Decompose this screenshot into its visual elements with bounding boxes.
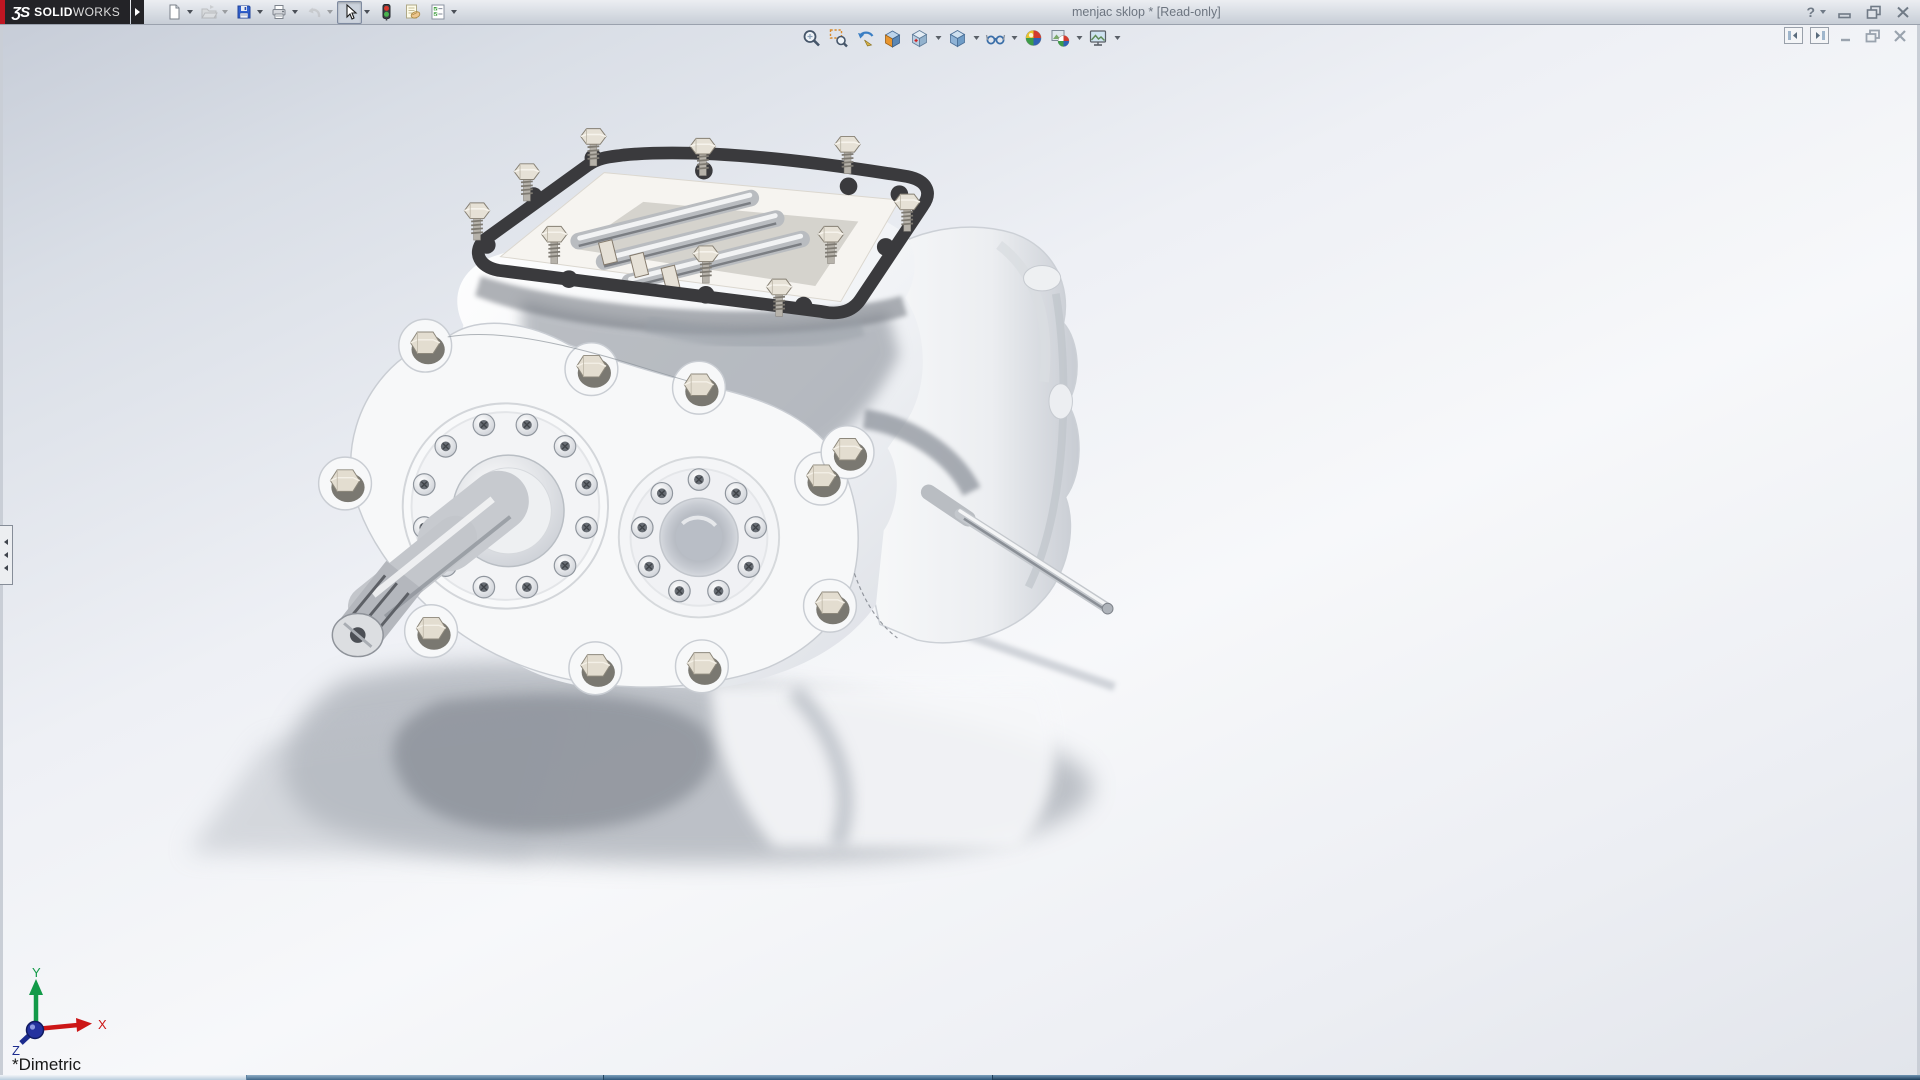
doc-minimize-button[interactable] (1836, 28, 1856, 44)
status-bar-segment (0, 1075, 247, 1080)
graphics-area[interactable]: Y X Z *Dimetric (0, 24, 1920, 1075)
new-document-dropdown[interactable] (185, 10, 194, 14)
help-button[interactable]: ? (1806, 4, 1827, 20)
y-axis-arrow (29, 979, 43, 995)
x-axis-arrow (76, 1018, 92, 1032)
close-button[interactable] (1892, 3, 1914, 21)
select-cursor-icon (341, 3, 359, 21)
select-button[interactable] (337, 1, 362, 24)
help-label: ? (1806, 4, 1815, 20)
print-dropdown[interactable] (290, 10, 299, 14)
zoom-to-area-button[interactable] (826, 26, 851, 49)
titlebar: ƷS SOLIDWORKS (0, 0, 1920, 25)
left-arrow-icon (4, 565, 8, 571)
select-dropdown[interactable] (362, 10, 371, 14)
status-bar-segment (247, 1075, 604, 1080)
open-dropdown[interactable] (220, 10, 229, 14)
save-floppy-icon (235, 3, 253, 21)
zoom-to-area-icon (828, 28, 848, 48)
hide-show-items-dropdown[interactable] (1010, 36, 1019, 40)
previous-view-button[interactable] (853, 26, 878, 49)
options-dropdown[interactable] (449, 10, 458, 14)
view-settings-button[interactable] (1086, 26, 1111, 49)
collapse-pane-left-button[interactable] (1784, 27, 1803, 44)
secondary-bearing-flange (619, 457, 779, 617)
view-orientation-button[interactable] (907, 26, 932, 49)
solidworks-logo-text-bold: SOLID (34, 5, 73, 19)
file-properties-icon (403, 3, 421, 21)
solidworks-logo-text-light: WORKS (73, 5, 120, 19)
left-arrow-icon (4, 552, 8, 558)
document-window-controls (1784, 27, 1910, 44)
document-title: menjac sklop * [Read-only] (1072, 5, 1221, 19)
status-bar-segment (604, 1075, 993, 1080)
window-controls: ? (1806, 0, 1914, 24)
status-bar (0, 1075, 1920, 1080)
apply-scene-button[interactable] (1048, 26, 1073, 49)
restore-button[interactable] (1863, 3, 1885, 21)
open-button[interactable] (197, 2, 220, 23)
undo-button[interactable] (302, 2, 325, 23)
appearance-ball-icon (1023, 28, 1043, 48)
undo-arrow-icon (305, 3, 323, 21)
pane-left-arrow-icon (1787, 30, 1800, 41)
left-arrow-icon (4, 539, 8, 545)
open-folder-icon (200, 3, 218, 21)
printer-icon (270, 3, 288, 21)
display-style-dropdown[interactable] (972, 36, 981, 40)
undo-dropdown[interactable] (325, 10, 334, 14)
collapse-pane-right-button[interactable] (1810, 27, 1829, 44)
section-view-icon (882, 28, 902, 48)
featuremanager-collapsed-tab[interactable] (0, 525, 13, 585)
help-dropdown[interactable] (1818, 10, 1827, 14)
doc-restore-button[interactable] (1863, 28, 1883, 44)
status-bar-segment (993, 1075, 1920, 1080)
display-style-icon (947, 28, 967, 48)
view-settings-icon (1088, 28, 1108, 48)
edit-appearance-button[interactable] (1021, 26, 1046, 49)
options-checklist-icon (429, 3, 447, 21)
y-axis-label: Y (32, 967, 41, 980)
file-properties-button[interactable] (400, 2, 423, 23)
x-axis-label: X (98, 1017, 107, 1032)
apply-scene-icon (1050, 28, 1070, 48)
save-dropdown[interactable] (255, 10, 264, 14)
hide-show-items-button[interactable] (983, 26, 1008, 49)
zoom-to-fit-button[interactable] (799, 26, 824, 49)
apply-scene-dropdown[interactable] (1075, 36, 1084, 40)
z-axis-ball (27, 1022, 44, 1039)
reference-triad: Y X Z (6, 967, 126, 1059)
right-arrow-icon (135, 8, 140, 16)
view-orientation-icon (909, 28, 929, 48)
options-button[interactable] (426, 2, 449, 23)
eyeglasses-icon (985, 28, 1005, 48)
previous-view-icon (855, 28, 875, 48)
solidworks-logo-mark-icon: ƷS (12, 4, 29, 21)
display-style-button[interactable] (945, 26, 970, 49)
view-orientation-label: *Dimetric (12, 1055, 81, 1075)
menu-flyout-button[interactable] (131, 0, 144, 24)
new-document-button[interactable] (162, 2, 185, 23)
view-orientation-dropdown[interactable] (934, 36, 943, 40)
print-button[interactable] (267, 2, 290, 23)
traffic-light-icon (377, 3, 395, 21)
headsup-view-toolbar (799, 26, 1122, 49)
new-document-icon (165, 3, 183, 21)
minimize-button[interactable] (1834, 3, 1856, 21)
gearbox-3d-model[interactable] (0, 24, 1920, 1075)
zoom-to-fit-icon (801, 28, 821, 48)
menu-bar-toolbar (162, 1, 461, 24)
view-settings-dropdown[interactable] (1113, 36, 1122, 40)
section-view-button[interactable] (880, 26, 905, 49)
pane-right-arrow-icon (1813, 30, 1826, 41)
save-button[interactable] (232, 2, 255, 23)
solidworks-logo: ƷS SOLIDWORKS (0, 0, 130, 24)
rebuild-button[interactable] (374, 2, 397, 23)
doc-close-button[interactable] (1890, 28, 1910, 44)
